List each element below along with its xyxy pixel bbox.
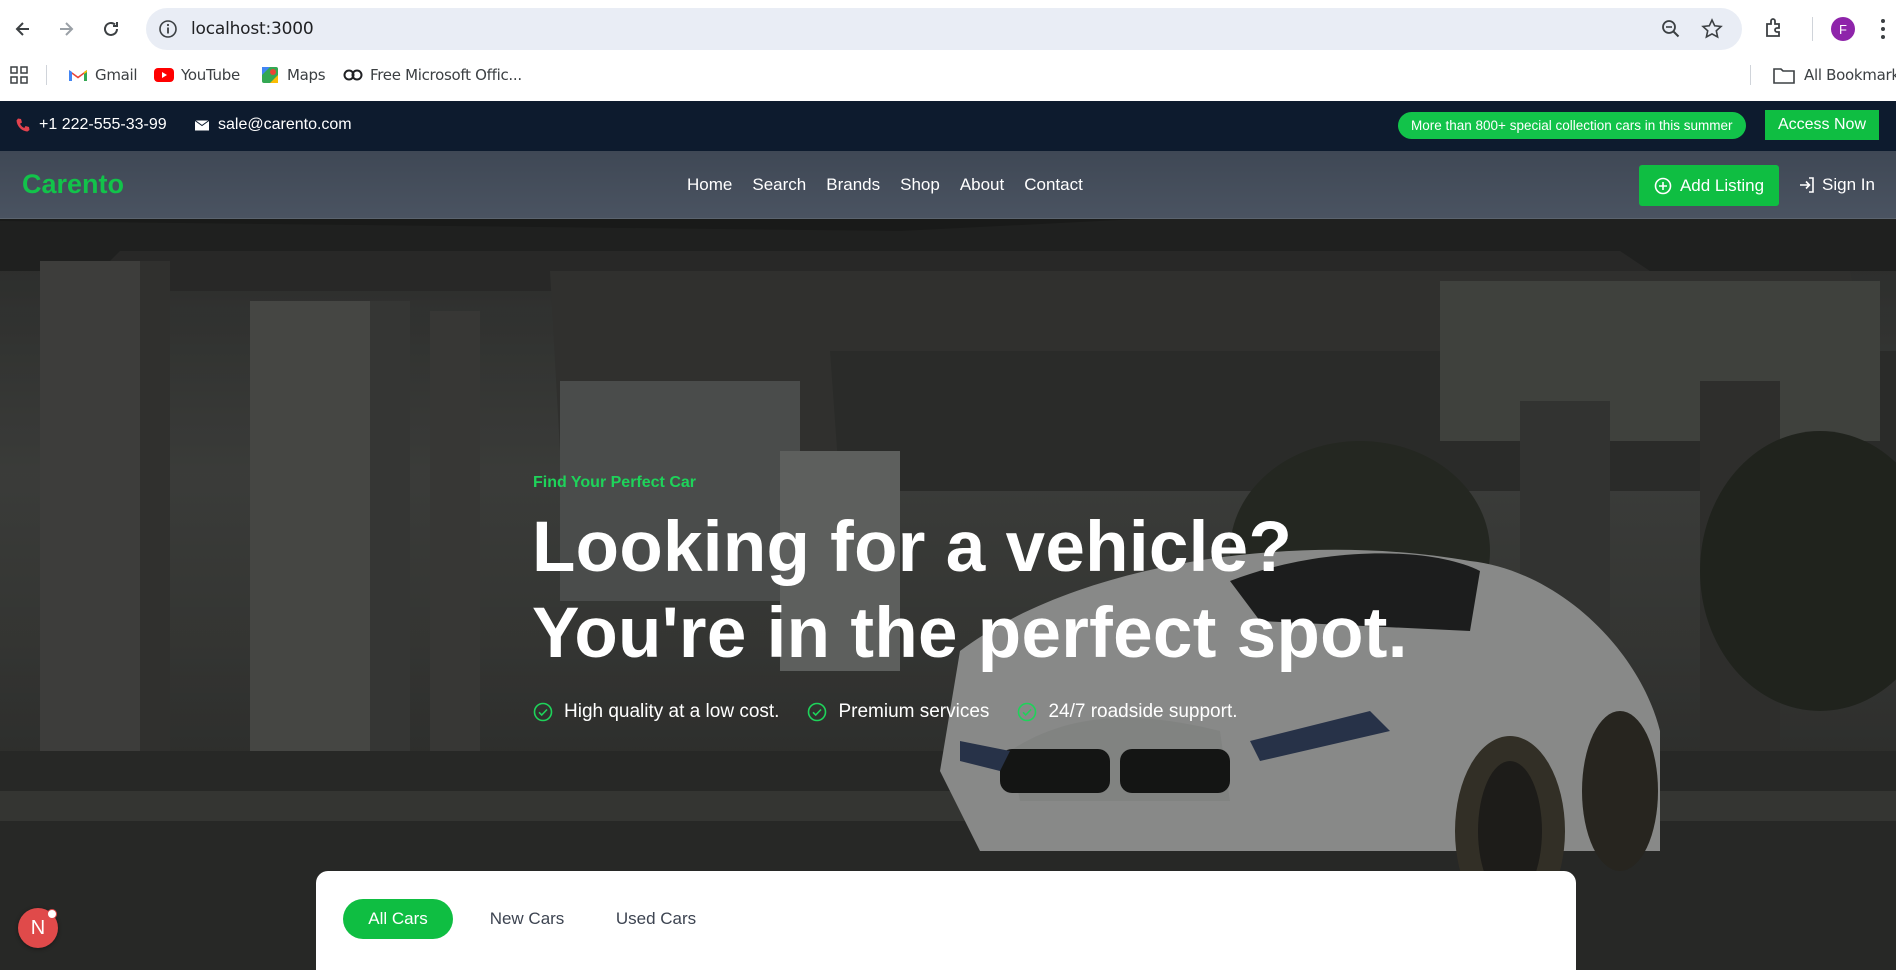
site-logo[interactable]: Carento <box>22 169 124 200</box>
hero-headline-line-2: You're in the perfect spot. <box>532 594 1408 673</box>
check-circle-icon <box>533 702 553 722</box>
feature-label: High quality at a low cost. <box>564 701 780 722</box>
bookmarks-bar: Gmail YouTube Maps Free Microsoft Offic.… <box>0 58 1896 101</box>
back-button[interactable] <box>8 14 38 44</box>
hero-headline-line-1: Looking for a vehicle? <box>532 508 1293 587</box>
extensions-icon[interactable] <box>1762 15 1788 41</box>
site-info-icon[interactable] <box>158 19 178 39</box>
arrow-left-icon <box>15 22 29 36</box>
notification-dot <box>47 909 57 919</box>
promo-badge: More than 800+ special collection cars i… <box>1398 112 1746 139</box>
feature-item: 24/7 roadside support. <box>1017 701 1238 723</box>
tab-new-cars[interactable]: New Cars <box>472 899 582 939</box>
bookmark-label: Maps <box>287 66 326 84</box>
check-circle-icon <box>1018 702 1037 722</box>
add-listing-button[interactable]: Add Listing <box>1639 165 1779 206</box>
dev-tools-badge[interactable]: N <box>18 908 58 948</box>
office-icon <box>343 69 363 81</box>
feature-label: Premium services <box>838 701 990 722</box>
mail-icon <box>194 120 210 131</box>
address-bar[interactable]: localhost:3000 <box>146 8 1742 50</box>
email-text: sale@carento.com <box>218 116 352 133</box>
reload-icon <box>104 21 118 36</box>
plus-circle-icon <box>1654 177 1672 194</box>
badge-letter: N <box>30 916 46 939</box>
main-navbar: Carento Home Search Brands Shop About Co… <box>0 151 1896 219</box>
profile-avatar[interactable]: F <box>1831 17 1855 41</box>
reload-button[interactable] <box>96 14 126 44</box>
nav-contact[interactable]: Contact <box>1024 175 1083 195</box>
nav-about[interactable]: About <box>960 175 1004 195</box>
bookmarks-divider <box>1750 65 1751 85</box>
url-text[interactable]: localhost:3000 <box>191 19 314 39</box>
zoom-icon[interactable] <box>1660 18 1682 40</box>
phone-icon <box>16 118 30 132</box>
youtube-icon <box>154 68 174 82</box>
add-listing-label: Add Listing <box>1679 175 1765 195</box>
tab-all-cars[interactable]: All Cars <box>343 899 453 939</box>
maps-icon <box>262 67 278 83</box>
nav-search[interactable]: Search <box>752 175 806 195</box>
all-bookmarks-button[interactable]: All Bookmarks <box>1773 64 1896 86</box>
bookmark-star-icon[interactable] <box>1700 17 1724 41</box>
bookmark-gmail[interactable]: Gmail <box>68 64 138 86</box>
email-link[interactable]: sale@carento.com <box>194 116 352 134</box>
access-now-button[interactable]: Access Now <box>1765 110 1879 140</box>
hero-features: High quality at a low cost. Premium serv… <box>533 701 1266 723</box>
phone-link[interactable]: +1 222-555-33-99 <box>15 116 167 134</box>
gmail-icon <box>69 70 87 81</box>
hero-eyebrow: Find Your Perfect Car <box>533 474 696 491</box>
feature-item: High quality at a low cost. <box>533 701 779 723</box>
bookmark-maps[interactable]: Maps <box>260 64 326 86</box>
browser-chrome: localhost:3000 F Gmail YouTube Maps Free… <box>0 0 1896 101</box>
browser-toolbar: localhost:3000 F <box>0 0 1896 58</box>
login-icon <box>1800 177 1814 193</box>
search-panel: All Cars New Cars Used Cars <box>316 871 1576 970</box>
bookmarks-divider <box>46 65 47 85</box>
bookmark-youtube[interactable]: YouTube <box>154 64 240 86</box>
sign-in-link[interactable]: Sign In <box>1798 175 1875 195</box>
apps-grid-icon[interactable] <box>10 66 28 84</box>
phone-text: +1 222-555-33-99 <box>39 116 167 133</box>
feature-item: Premium services <box>807 701 989 723</box>
feature-label: 24/7 roadside support. <box>1048 701 1238 722</box>
folder-icon <box>1773 68 1795 84</box>
bookmark-label: Free Microsoft Offic... <box>370 66 522 84</box>
nav-home[interactable]: Home <box>687 175 732 195</box>
primary-menu: Home Search Brands Shop About Contact <box>687 175 1103 195</box>
arrow-right-icon <box>60 22 74 36</box>
sign-in-label: Sign In <box>1822 175 1875 194</box>
forward-button[interactable] <box>51 14 81 44</box>
more-menu-icon[interactable] <box>1878 17 1888 41</box>
bookmark-label: YouTube <box>181 66 240 84</box>
nav-brands[interactable]: Brands <box>826 175 880 195</box>
all-bookmarks-label: All Bookmarks <box>1804 66 1896 84</box>
bookmark-label: Gmail <box>95 66 138 84</box>
nav-shop[interactable]: Shop <box>900 175 940 195</box>
hero-headline: Looking for a vehicle? You're in the per… <box>532 505 1408 677</box>
bookmark-office[interactable]: Free Microsoft Offic... <box>343 64 522 86</box>
tab-used-cars[interactable]: Used Cars <box>601 899 711 939</box>
toolbar-divider <box>1812 17 1813 41</box>
check-circle-icon <box>808 702 827 722</box>
